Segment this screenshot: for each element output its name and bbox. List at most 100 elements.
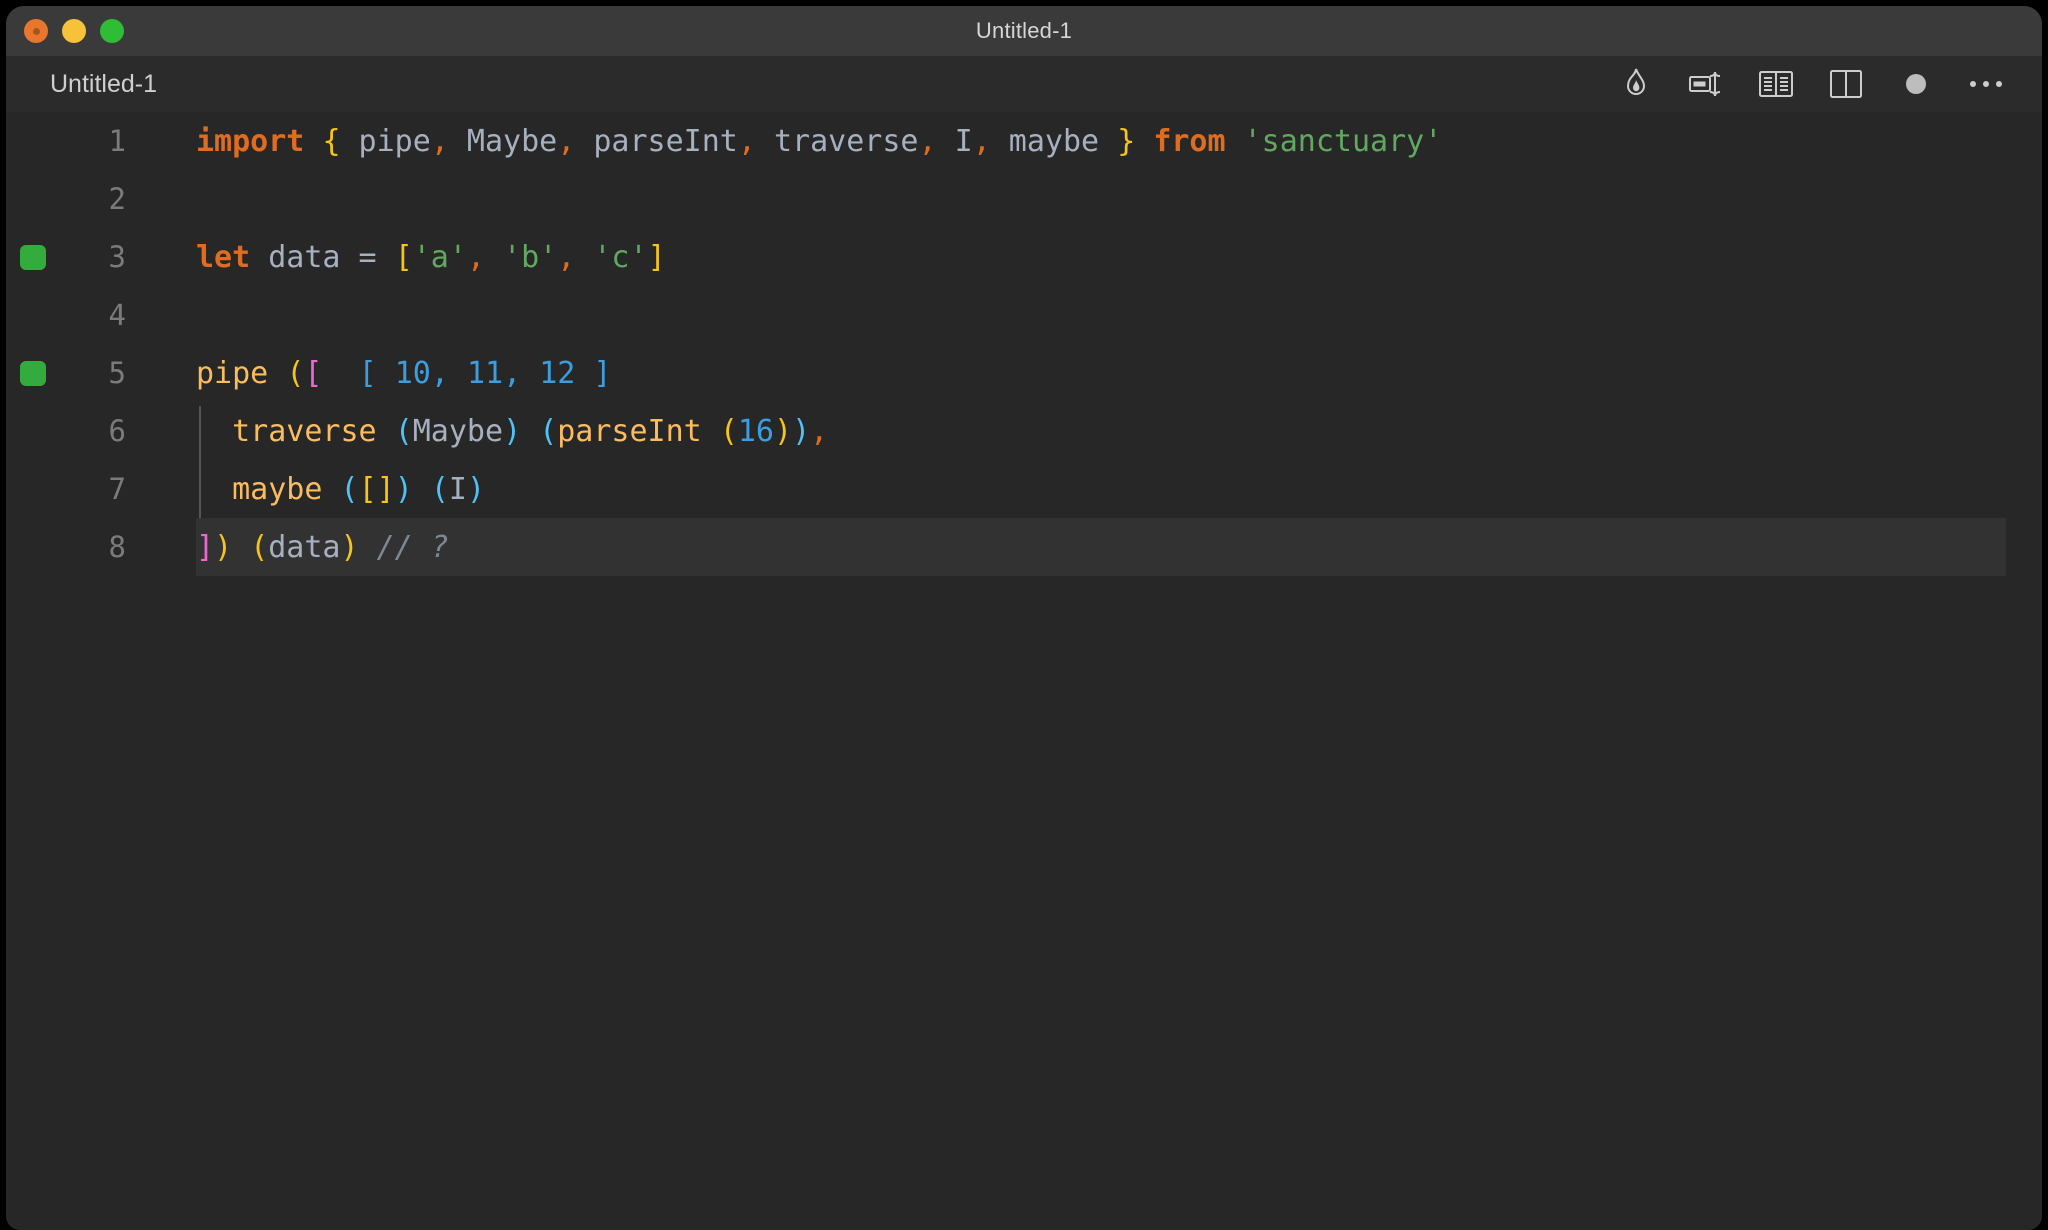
token: ): [503, 413, 522, 449]
line-number: 4: [108, 298, 126, 332]
token: 'b': [503, 239, 558, 275]
token: maybe: [990, 123, 1118, 159]
more-actions-icon[interactable]: [1966, 64, 2006, 104]
token: ,: [557, 123, 576, 159]
code-text: let data = ['a', 'b', 'c']: [196, 240, 666, 275]
token: (: [250, 529, 269, 565]
maximize-button[interactable]: [100, 19, 124, 43]
line-number: 6: [108, 414, 126, 448]
unsaved-dot-icon[interactable]: [1896, 64, 1936, 104]
token: ,: [972, 123, 991, 159]
code-lines-container: 1 import { pipe, Maybe, parseInt, travers…: [6, 112, 2042, 576]
token: (: [286, 355, 305, 391]
traffic-light-group: [24, 19, 124, 43]
token: }: [1117, 123, 1136, 159]
token: ]: [593, 355, 612, 391]
token: (: [539, 413, 558, 449]
split-editor-icon[interactable]: [1826, 64, 1866, 104]
flame-icon[interactable]: [1616, 64, 1656, 104]
token: data =: [250, 239, 395, 275]
token: ): [774, 413, 793, 449]
token: (: [340, 471, 359, 507]
token: (: [719, 413, 738, 449]
token: ): [466, 471, 485, 507]
token: []: [358, 471, 395, 507]
token: 11: [466, 355, 504, 391]
token: [: [304, 355, 323, 391]
token: let: [196, 239, 251, 275]
close-button[interactable]: [24, 19, 48, 43]
token: 10: [394, 355, 431, 391]
token: traverse: [232, 413, 377, 449]
token: Maybe: [412, 413, 504, 449]
code-line-3[interactable]: 3 let data = ['a', 'b', 'c']: [6, 228, 2042, 286]
line-number: 2: [108, 182, 126, 216]
app-root: Untitled-1 Untitled-1 1 import {pipe, M…: [0, 0, 2048, 1230]
editor-actions-toolbar: [1616, 64, 2006, 104]
code-line-1[interactable]: 1 import { pipe, Maybe, parseInt, travers…: [6, 112, 2042, 170]
tab-bar: Untitled-1: [6, 56, 2042, 112]
token: ,: [557, 239, 576, 275]
gutter-change-marker[interactable]: [20, 245, 46, 270]
code-line-6[interactable]: 6 traverse (Maybe) (parseInt (16)),: [6, 402, 2042, 460]
open-preview-icon[interactable]: [1756, 64, 1796, 104]
token: ): [394, 471, 413, 507]
code-line-2[interactable]: 2: [6, 170, 2042, 228]
code-line-5[interactable]: 5 pipe ([ [ 10, 11, 12 ]: [6, 344, 2042, 402]
line-number: 7: [108, 472, 126, 506]
editor-window: Untitled-1 Untitled-1 1 import {pipe, M…: [6, 6, 2042, 1230]
code-editor[interactable]: 1 import { pipe, Maybe, parseInt, travers…: [6, 112, 2042, 1230]
tab-untitled-1[interactable]: Untitled-1: [50, 71, 157, 97]
token: pipe: [340, 123, 431, 159]
token: 'c': [593, 239, 648, 275]
code-line-7[interactable]: 7 maybe ([]) (I): [6, 460, 2042, 518]
line-number: 8: [108, 530, 126, 564]
token: ,: [430, 123, 449, 159]
token: pipe: [196, 355, 269, 391]
run-code-icon[interactable]: [1686, 64, 1726, 104]
window-titlebar[interactable]: Untitled-1: [6, 6, 2042, 56]
code-line-4[interactable]: 4: [6, 286, 2042, 344]
token: traverse: [755, 123, 919, 159]
token: ,: [918, 123, 937, 159]
token: (: [394, 413, 413, 449]
token: I: [936, 123, 973, 159]
token: data: [268, 529, 341, 565]
token: ,: [737, 123, 756, 159]
token: 16: [737, 413, 774, 449]
token: 'a': [412, 239, 467, 275]
token: ,: [430, 355, 449, 391]
token: parseInt: [557, 413, 702, 449]
code-text: pipe ([ [ 10, 11, 12 ]: [196, 356, 611, 391]
gutter-change-marker[interactable]: [20, 361, 46, 386]
token: // ?: [376, 529, 449, 565]
minimize-button[interactable]: [62, 19, 86, 43]
token: [: [394, 239, 413, 275]
token: ]: [647, 239, 666, 275]
token: Maybe: [448, 123, 558, 159]
window-title: Untitled-1: [975, 18, 1073, 43]
token: ]: [196, 529, 215, 565]
token: from: [1153, 123, 1226, 159]
code-line-8[interactable]: 8]) (data) // ?: [6, 518, 2042, 576]
active-line-highlight: [196, 518, 2006, 576]
token: ,: [466, 239, 485, 275]
token: maybe: [232, 471, 323, 507]
token: (: [430, 471, 449, 507]
code-text: maybe ([]) (I): [196, 472, 485, 507]
